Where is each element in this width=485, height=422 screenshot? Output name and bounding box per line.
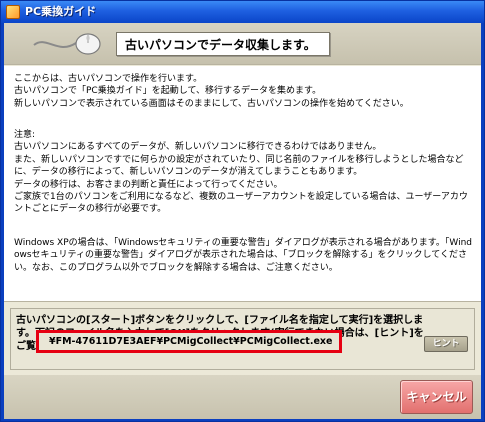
executable-path: ¥FM-47611D7E3AEF¥PCMigCollect¥PCMigColle… [49, 336, 333, 347]
header-title-box: 古いパソコンでデータ収集します。 [116, 32, 330, 56]
page-title: 古いパソコンでデータ収集します。 [125, 38, 316, 52]
app-window: PC乗換ガイド 古いパソコンでデータ収集します。 ここからは、古いパソコンで操作… [0, 0, 485, 422]
caution-paragraph: 注意: 古いパソコンにあるすべてのデータが、新しいパソコンに移行できるわけではあ… [14, 130, 468, 215]
cancel-button[interactable]: キャンセル [400, 380, 473, 414]
description-panel: ここからは、古いパソコンで操作を行います。 古いパソコンで「PC乗換ガイド」を起… [4, 66, 481, 302]
header-band: 古いパソコンでデータ収集します。 [4, 23, 481, 65]
title-bar[interactable]: PC乗換ガイド [1, 1, 484, 23]
executable-path-field: ¥FM-47611D7E3AEF¥PCMigCollect¥PCMigColle… [36, 330, 342, 353]
hint-button[interactable]: ヒント [424, 336, 468, 352]
mouse-icon [33, 33, 101, 55]
window-title: PC乗換ガイド [25, 5, 97, 18]
footer-band: キャンセル [4, 375, 481, 419]
dialog-client: 古いパソコンでデータ収集します。 ここからは、古いパソコンで操作を行います。 古… [4, 23, 481, 419]
windows-xp-paragraph: Windows XPの場合は、「Windowsセキュリティの重要な警告」ダイアロ… [14, 238, 472, 273]
intro-paragraph: ここからは、古いパソコンで操作を行います。 古いパソコンで「PC乗換ガイド」を起… [14, 74, 409, 109]
app-icon [6, 5, 20, 19]
